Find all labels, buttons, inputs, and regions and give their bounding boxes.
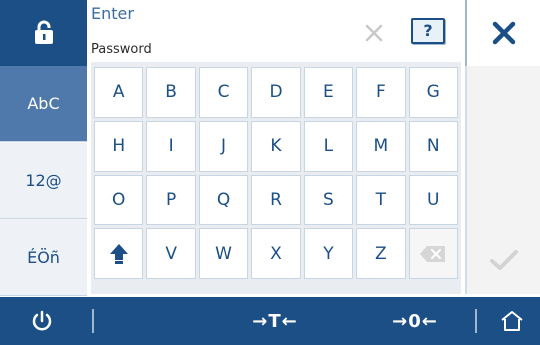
bottom-bar: →T← →0← [0, 297, 540, 345]
key-i[interactable]: I [146, 120, 196, 172]
key-a[interactable]: A [94, 67, 144, 118]
key-x[interactable]: X [251, 228, 301, 279]
key-h[interactable]: H [94, 120, 144, 172]
shift-key[interactable] [94, 228, 144, 279]
help-button[interactable]: ? [411, 18, 445, 44]
key-u[interactable]: U [408, 174, 458, 226]
key-g[interactable]: G [408, 67, 458, 118]
key-y[interactable]: Y [303, 228, 354, 279]
key-c[interactable]: C [198, 67, 249, 118]
keyboard-mode-column: AbC 12@ ÉÖñ [0, 66, 87, 296]
prompt-label: Enter [91, 4, 134, 23]
key-b[interactable]: B [146, 67, 196, 118]
backspace-key[interactable] [408, 228, 458, 279]
power-button[interactable] [20, 297, 64, 345]
key-s[interactable]: S [303, 174, 354, 226]
clear-input-button[interactable] [361, 20, 387, 46]
key-w[interactable]: W [198, 228, 249, 279]
key-t[interactable]: T [356, 174, 406, 226]
key-v[interactable]: V [146, 228, 196, 279]
bottom-separator [475, 309, 477, 333]
key-j[interactable]: J [198, 120, 249, 172]
power-icon [32, 310, 52, 331]
input-area: Enter ? [91, 0, 461, 60]
lock-icon [34, 20, 53, 44]
backspace-icon [420, 245, 446, 262]
key-d[interactable]: D [251, 67, 301, 118]
key-p[interactable]: P [146, 174, 196, 226]
key-z[interactable]: Z [356, 228, 406, 279]
key-f[interactable]: F [356, 67, 406, 118]
checkmark-icon [489, 250, 518, 270]
key-r[interactable]: R [251, 174, 301, 226]
key-e[interactable]: E [303, 67, 354, 118]
lock-tile [0, 0, 87, 66]
mode-numeric-button[interactable]: 12@ [0, 143, 87, 219]
key-q[interactable]: Q [198, 174, 249, 226]
key-m[interactable]: M [356, 120, 406, 172]
home-button[interactable] [490, 297, 534, 345]
close-button[interactable] [467, 0, 540, 66]
tare-button[interactable]: →T← [230, 297, 320, 345]
key-o[interactable]: O [94, 174, 144, 226]
home-icon [501, 311, 523, 331]
mode-accented-button[interactable]: ÉÖñ [0, 220, 87, 296]
bottom-separator [92, 309, 94, 333]
close-icon [492, 21, 515, 45]
password-input[interactable] [91, 38, 381, 60]
key-l[interactable]: L [303, 120, 354, 172]
ok-button[interactable] [467, 230, 540, 290]
shift-arrow-icon [109, 243, 128, 264]
key-k[interactable]: K [251, 120, 301, 172]
password-entry-screen: Enter ? AbC 12@ ÉÖñ A B C D E F G H I J … [0, 0, 540, 345]
mode-abc-button[interactable]: AbC [0, 66, 87, 142]
keyboard: A B C D E F G H I J K L M N O P Q R S T … [91, 64, 461, 282]
clear-x-icon [365, 24, 383, 42]
zero-button[interactable]: →0← [370, 297, 460, 345]
key-n[interactable]: N [408, 120, 458, 172]
